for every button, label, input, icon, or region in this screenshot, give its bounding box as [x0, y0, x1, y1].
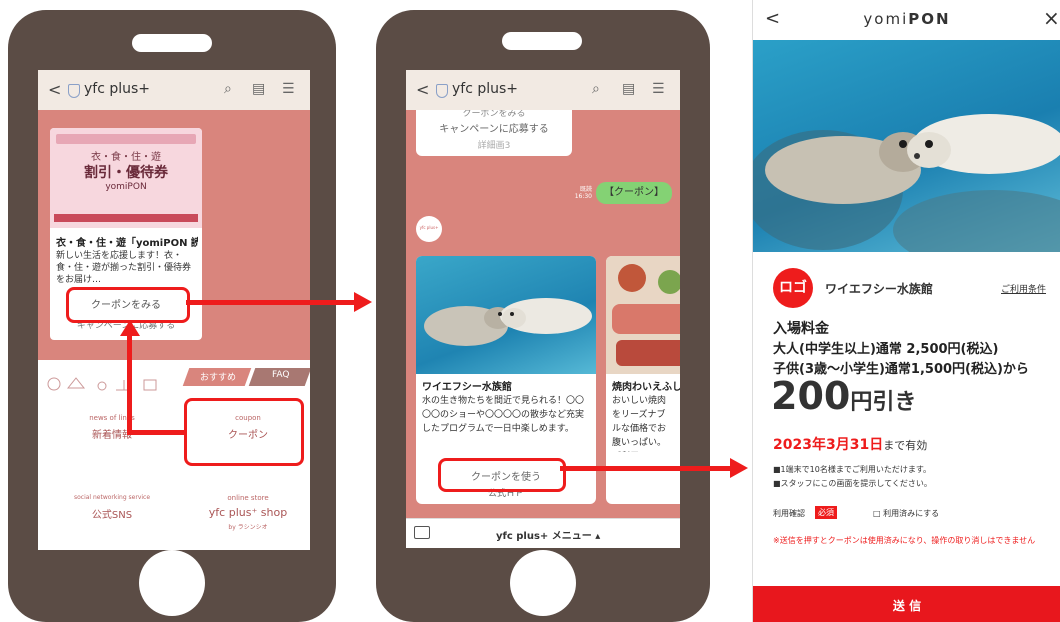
back-icon[interactable]: < — [48, 80, 61, 99]
arrow-vertical — [127, 336, 132, 433]
news-sub: news of lines — [89, 414, 135, 422]
phone-speaker — [132, 34, 212, 52]
shop-logo: ロゴ — [773, 268, 813, 308]
search-icon[interactable]: ⌕ — [592, 81, 600, 97]
header-title-prefix: yomi — [863, 10, 909, 28]
previous-card-bottom: クーポンをみる キャンペーンに応募する 詳細画3 — [416, 110, 572, 156]
phone-speaker — [502, 32, 582, 50]
used-checkbox[interactable]: □ 利用済みにする — [873, 508, 939, 519]
send-button-label: 送 信 — [892, 599, 922, 613]
tab-faq-label: FAQ — [272, 370, 290, 380]
avatar-label: yfc plus+ — [419, 225, 439, 230]
menu-sns[interactable]: 公式SNS — [52, 506, 172, 521]
terms-link[interactable]: ご利用条件 — [1001, 282, 1046, 295]
menu-icon[interactable]: ☰ — [652, 81, 665, 97]
arrow-right-head-1 — [354, 292, 372, 312]
sns-sub: social networking service — [73, 494, 151, 501]
bot-avatar: yfc plus+ — [416, 216, 442, 242]
coupon-banner: 衣・食・住・遊 割引・優待券 yomiPON — [50, 128, 202, 228]
price-title: 入場料金 — [773, 321, 829, 337]
aquarium-desc: 水の生き物たちを間近で見られる！〇〇〇〇のショーや〇〇〇〇の散歩など充実したプロ… — [422, 396, 585, 434]
tab-recommend-label: おすすめ — [200, 373, 237, 383]
phone-2: < yfc plus+ ⌕ ▤ ☰ クーポンをみる キャンペーンに応募する 詳細… — [376, 10, 710, 622]
notes-icon[interactable]: ▤ — [252, 81, 265, 97]
prev-line-3: 詳細画3 — [477, 141, 511, 151]
banner-line-1: 衣・食・住・遊 — [91, 152, 161, 163]
send-warning: ※送信を押すとクーポンは使用済みになり、操作の取り消しはできません — [773, 536, 1036, 545]
aquarium-photo — [753, 40, 1060, 252]
coupon-header-title: yomiPON — [753, 10, 1060, 28]
required-badge: 必須 — [815, 506, 837, 519]
valid-until: 2023年3月31日まで有効 — [773, 434, 927, 454]
discount-amount: 200 — [771, 374, 851, 418]
bottom-menu-bar[interactable]: yfc plus+ メニュー ▴ — [406, 518, 680, 548]
header-title-bold: PON — [908, 10, 951, 28]
close-icon[interactable]: × — [1043, 6, 1060, 30]
yakiniku-desc: おいしい焼肉をリーズナブルな価格でお腹いっぱい。ご利用シーンに合わせた食べ放題メ… — [612, 396, 667, 448]
prev-line-1: クーポンをみる — [462, 110, 526, 119]
bottom-menu-label[interactable]: yfc plus+ メニュー ▴ — [496, 527, 600, 542]
menu-shop[interactable]: yfc plus⁺ shop — [188, 506, 308, 519]
shield-icon — [436, 84, 448, 98]
shop-sub: online store — [227, 494, 269, 502]
arrow-to-phone3 — [560, 466, 732, 471]
banner-line-3: yomiPON — [105, 182, 147, 192]
banner-line-2: 割引・優待券 — [84, 165, 168, 181]
aquarium-title: ワイエフシー水族館 — [422, 382, 512, 393]
app-title: yfc plus+ — [452, 81, 519, 97]
app-header: < yfc plus+ ⌕ ▤ ☰ — [38, 70, 310, 110]
coupon-screen: < yomiPON × ロゴ ワイエフシー水族館 ご利用条件 入場料金 大人(中… — [752, 0, 1060, 622]
shop-name: ワイエフシー水族館 — [825, 282, 933, 296]
home-button[interactable] — [139, 550, 205, 616]
price-adult: 大人(中学生以上)通常 2,500円(税込) — [773, 342, 999, 357]
menu-icon[interactable]: ☰ — [282, 81, 295, 97]
coupon-card-desc: 新しい生活を応援します！衣・食・住・遊が揃った割引・優待券をお届け… — [56, 251, 192, 285]
valid-date: 2023年3月31日 — [773, 437, 884, 453]
highlight-menu-coupon — [184, 398, 304, 466]
note-2: ■スタッフにこの画面を提示してください。 — [773, 479, 932, 488]
seal-photo — [416, 256, 596, 374]
notes-icon[interactable]: ▤ — [622, 81, 635, 97]
coupon-card-title: 衣・食・住・遊「yomiPON 読… — [56, 238, 198, 249]
prev-campaign-link[interactable]: キャンペーンに応募する — [416, 120, 572, 135]
note-1: ■1端末で10名様までご利用いただけます。 — [773, 465, 932, 474]
confirm-label: 利用確認 — [773, 509, 805, 518]
arrow-right-head-2 — [730, 458, 748, 478]
discount: 200円引き — [771, 374, 916, 418]
shop-by: by ラシンシオ — [228, 524, 268, 531]
arrow-up-head — [120, 320, 140, 336]
rich-menu-illustration — [44, 366, 174, 396]
valid-suffix: まで有効 — [883, 439, 928, 452]
app-title: yfc plus+ — [84, 81, 151, 97]
app-header: < yfc plus+ ⌕ ▤ ☰ — [406, 70, 680, 110]
yakiniku-photo — [606, 256, 680, 374]
discount-unit: 円引き — [850, 390, 917, 415]
message-time: 既読 16:30 — [574, 186, 592, 200]
sent-message: 【クーポン】 — [596, 182, 672, 204]
search-icon[interactable]: ⌕ — [224, 81, 232, 97]
highlight-use-coupon — [438, 458, 566, 492]
home-button[interactable] — [510, 550, 576, 616]
shield-icon — [68, 84, 80, 98]
arrow-to-phone2 — [186, 300, 356, 305]
keyboard-icon[interactable] — [414, 526, 430, 539]
back-icon[interactable]: < — [416, 80, 429, 99]
coupon-header: < yomiPON × — [753, 0, 1060, 40]
yakiniku-title: 焼肉わいえふし… — [612, 382, 680, 393]
arrow-horizontal-1 — [127, 430, 185, 435]
send-button[interactable]: 送 信 — [753, 586, 1060, 622]
highlight-coupon-view — [66, 287, 190, 323]
